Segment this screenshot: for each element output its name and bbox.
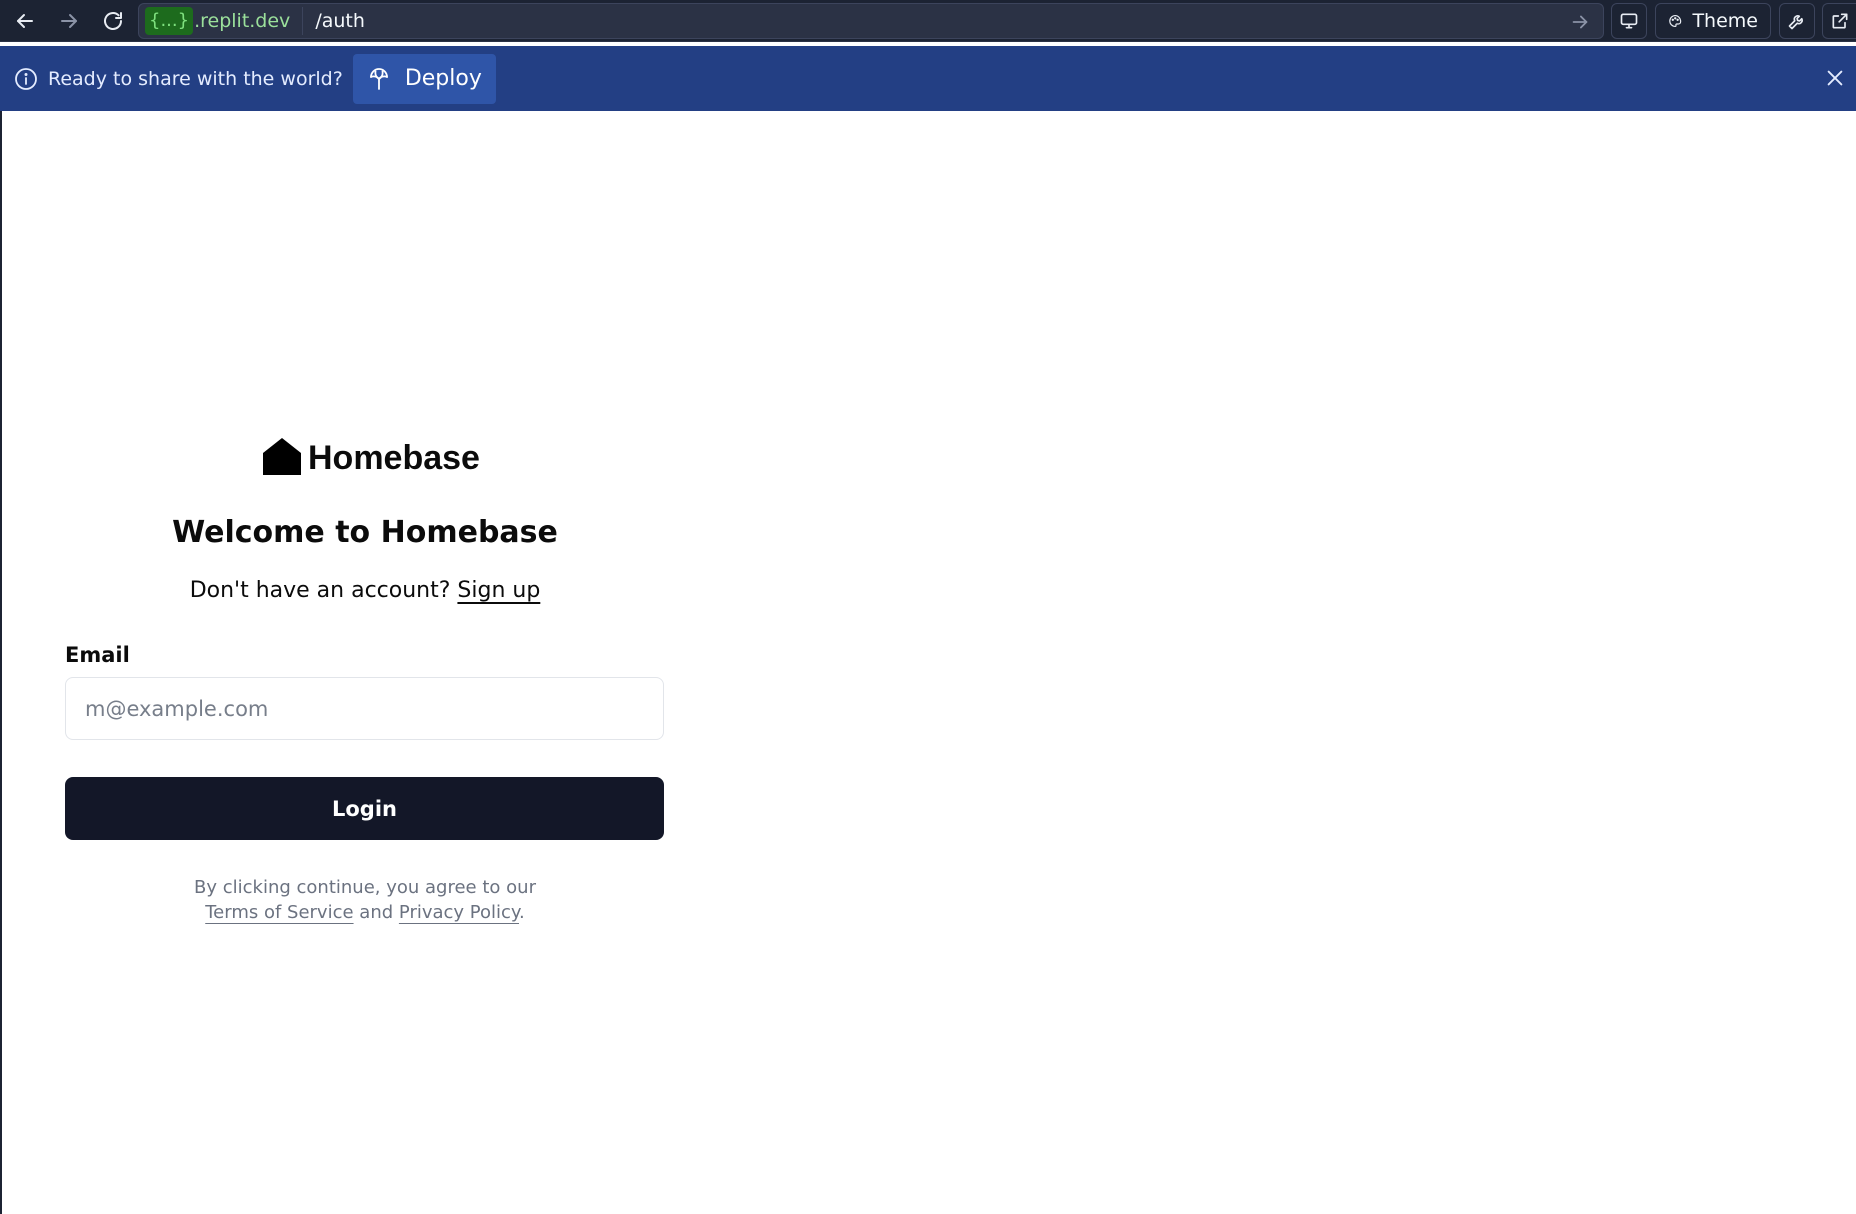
page-title: Welcome to Homebase bbox=[172, 515, 558, 550]
email-label: Email bbox=[65, 643, 130, 667]
palette-icon bbox=[1669, 14, 1682, 28]
external-link-icon bbox=[1832, 13, 1847, 29]
deploy-button[interactable]: Deploy bbox=[352, 53, 496, 104]
deploy-label: Deploy bbox=[404, 66, 482, 91]
info-icon bbox=[15, 67, 37, 90]
url-domain: {...} .replit.dev bbox=[145, 7, 290, 35]
arrow-left-icon bbox=[17, 13, 33, 28]
deploy-icon bbox=[369, 67, 388, 90]
reload-icon bbox=[104, 11, 122, 30]
page-viewport: Homebase Welcome to Homebase Don't have … bbox=[0, 111, 1856, 1214]
browser-toolbar: {...} .replit.dev /auth Theme bbox=[0, 0, 1856, 42]
terms-link[interactable]: Terms of Service bbox=[205, 902, 353, 923]
reload-button[interactable] bbox=[94, 2, 132, 40]
email-field[interactable] bbox=[65, 677, 664, 740]
devices-button[interactable] bbox=[1611, 3, 1647, 39]
close-icon[interactable] bbox=[1824, 67, 1846, 89]
wrench-icon bbox=[1788, 15, 1803, 30]
url-separator bbox=[302, 7, 304, 35]
legal-suffix: . bbox=[519, 902, 525, 923]
url-bar[interactable]: {...} .replit.dev /auth bbox=[138, 3, 1604, 39]
privacy-link[interactable]: Privacy Policy bbox=[399, 902, 519, 923]
signup-link[interactable]: Sign up bbox=[457, 578, 540, 603]
login-button[interactable]: Login bbox=[65, 777, 664, 840]
theme-label: Theme bbox=[1692, 10, 1758, 32]
open-new-tab-button[interactable] bbox=[1822, 3, 1856, 39]
signup-prompt-text: Don't have an account? bbox=[189, 578, 451, 603]
signup-prompt: Don't have an account? Sign up bbox=[65, 578, 665, 603]
legal-notice: By clicking continue, you agree to our T… bbox=[65, 875, 665, 925]
deploy-banner: Ready to share with the world? Deploy bbox=[0, 46, 1856, 111]
monitor-icon bbox=[1620, 13, 1638, 29]
url-redacted-segment: {...} bbox=[145, 7, 194, 35]
legal-prefix: By clicking continue, you agree to our bbox=[194, 877, 536, 898]
arrow-right-small-icon[interactable] bbox=[1569, 11, 1591, 33]
url-host: .replit.dev bbox=[194, 10, 291, 32]
back-button[interactable] bbox=[6, 2, 44, 40]
arrow-right-icon bbox=[61, 13, 77, 28]
forward-button[interactable] bbox=[50, 2, 88, 40]
legal-and: and bbox=[359, 902, 394, 923]
banner-message: Ready to share with the world? bbox=[48, 67, 343, 90]
brand-logo: Homebase bbox=[262, 436, 480, 476]
url-path[interactable]: /auth bbox=[315, 10, 365, 32]
house-icon bbox=[263, 438, 301, 475]
devtools-button[interactable] bbox=[1779, 3, 1815, 39]
theme-button[interactable]: Theme bbox=[1655, 3, 1771, 39]
brand-name: Homebase bbox=[308, 439, 480, 477]
